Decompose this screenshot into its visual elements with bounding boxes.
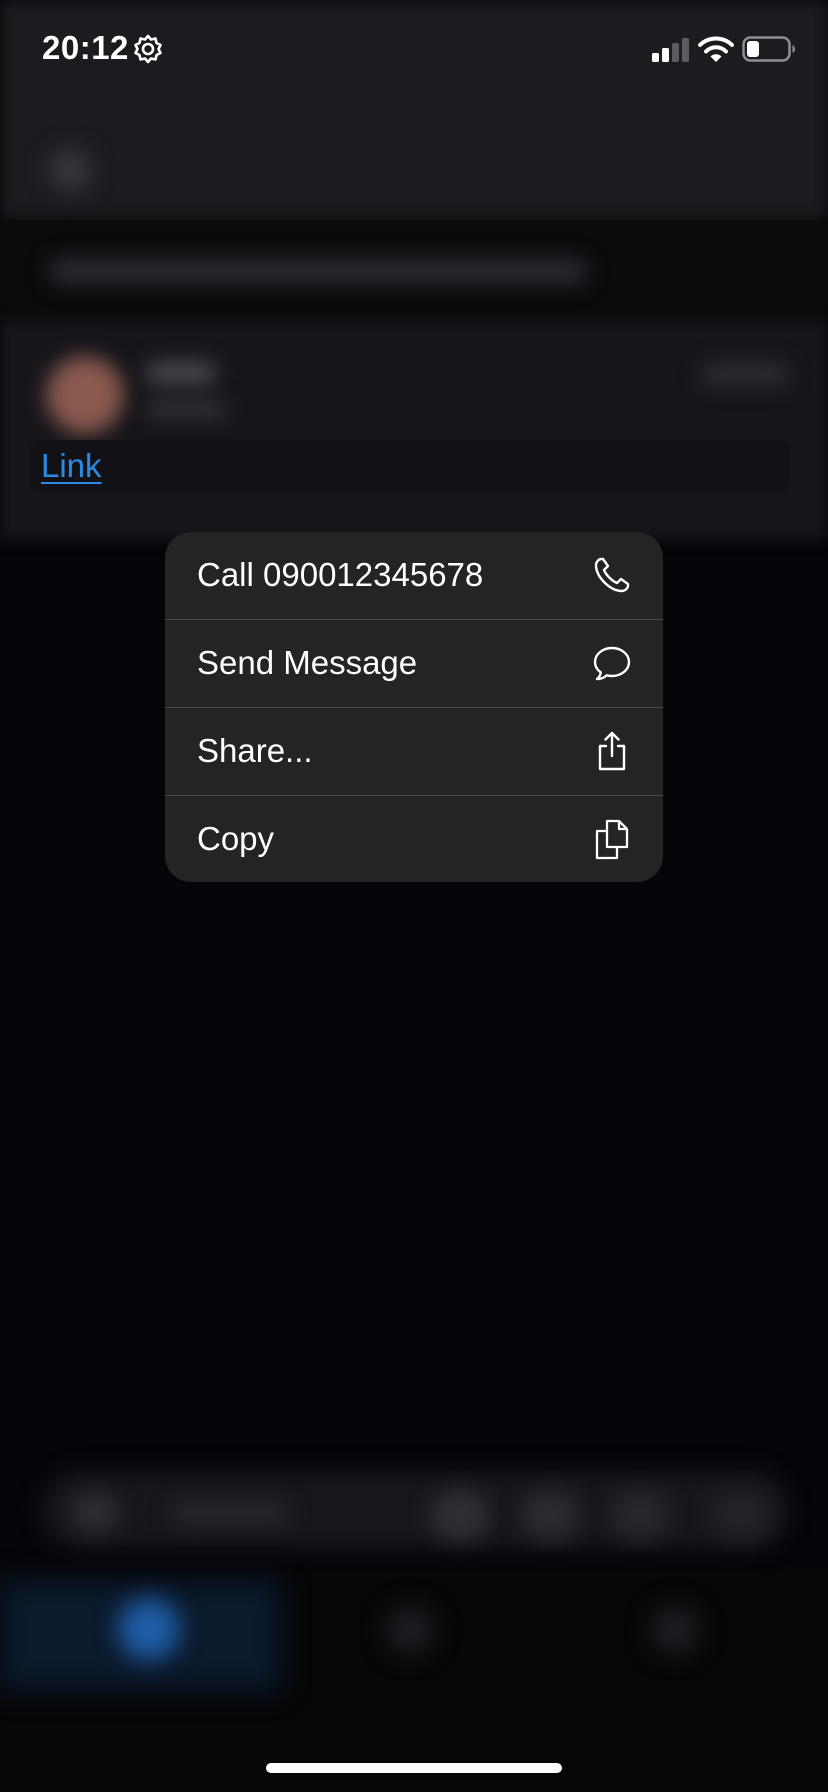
menu-item-share[interactable]: Share... — [165, 708, 663, 795]
home-indicator[interactable] — [266, 1763, 562, 1773]
menu-item-send-message-label: Send Message — [197, 644, 418, 681]
background-action-2 — [520, 1490, 580, 1540]
menu-item-share-label: Share... — [197, 732, 313, 769]
message-bubble-icon — [593, 646, 631, 681]
battery-icon — [742, 36, 795, 62]
copy-icon — [595, 819, 629, 860]
cellular-signal-icon — [652, 38, 689, 62]
wifi-icon — [698, 36, 734, 62]
background-input-bar — [40, 1470, 790, 1550]
background-title-text — [48, 258, 588, 284]
background-input-icon — [70, 1492, 120, 1532]
link-container — [30, 440, 790, 492]
background-author-subtitle — [146, 400, 226, 418]
background-author-name — [146, 362, 216, 384]
blurred-background: Link — [0, 0, 828, 1792]
background-action-3 — [610, 1490, 670, 1540]
background-action-4 — [710, 1490, 770, 1540]
phone-icon — [594, 557, 630, 593]
menu-item-send-message[interactable]: Send Message — [165, 620, 663, 707]
screen: Link 20:12 Call 090012345678 Send Messag… — [0, 0, 828, 1792]
menu-item-call[interactable]: Call 090012345678 — [165, 532, 663, 619]
menu-item-copy[interactable]: Copy — [165, 796, 663, 882]
menu-item-copy-label: Copy — [197, 820, 275, 857]
link[interactable]: Link — [41, 447, 102, 485]
share-icon — [598, 731, 626, 771]
status-time: 20:12 — [42, 29, 129, 66]
background-action-1 — [430, 1490, 490, 1540]
context-menu: Call 090012345678 Send Message Share... — [165, 532, 663, 882]
background-avatar — [46, 356, 124, 434]
background-tab-2 — [385, 1605, 435, 1655]
menu-item-call-label: Call 090012345678 — [197, 556, 484, 593]
background-action-pill — [700, 362, 790, 386]
background-back-button — [50, 150, 90, 190]
background-post — [0, 320, 828, 540]
background-input-placeholder — [170, 1500, 290, 1526]
background-tab-active-icon — [118, 1598, 180, 1660]
gear-icon — [134, 34, 162, 64]
status-bar: 20:12 — [0, 0, 828, 100]
background-tab-3 — [650, 1605, 700, 1655]
